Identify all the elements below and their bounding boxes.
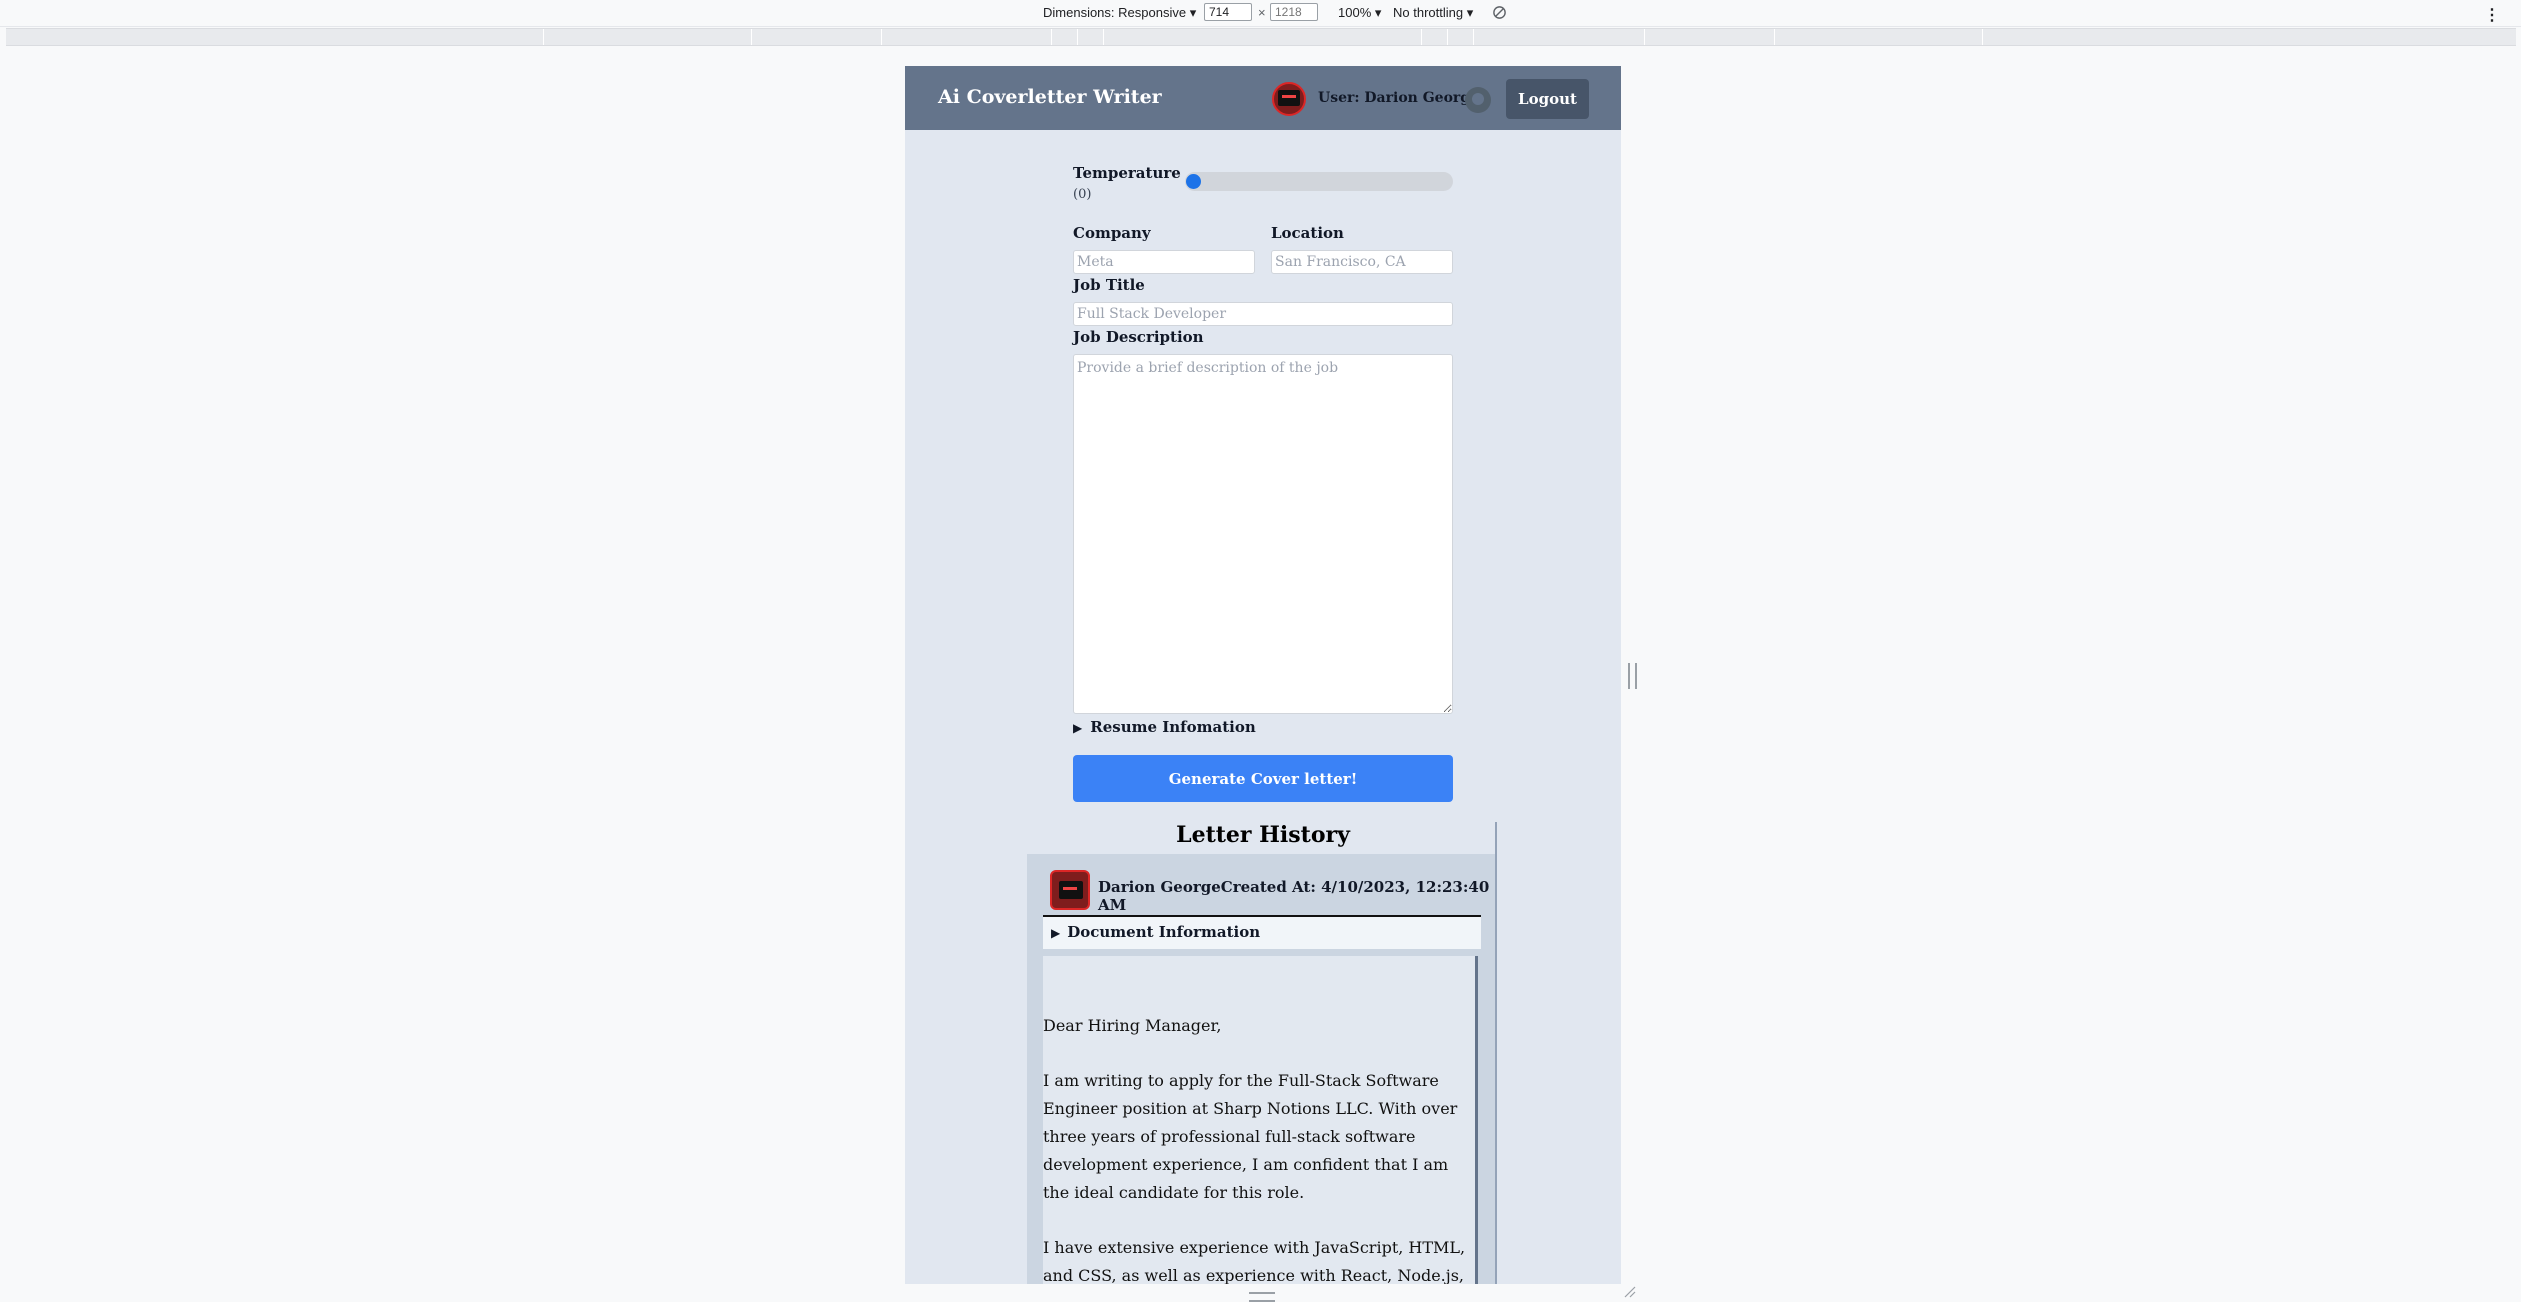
letter-history-title: Letter History [1176,822,1350,848]
dimensions-dropdown[interactable]: Dimensions: Responsive ▾ [1043,5,1196,21]
resize-corner-icon[interactable] [1624,1286,1636,1298]
job-description-textarea[interactable] [1073,354,1453,714]
triangle-right-icon: ▶ [1073,721,1083,735]
document-info-label: Document Information [1067,923,1261,941]
letter-paragraph: I have extensive experience with JavaScr… [1043,1238,1466,1284]
job-title-input[interactable] [1073,302,1453,326]
letter-paragraph: I am writing to apply for the Full-Stack… [1043,1071,1458,1202]
job-title-label: Job Title [1073,276,1145,294]
zoom-dropdown[interactable]: 100% ▾ [1338,5,1381,21]
history-divider [1495,822,1497,1284]
throttling-dropdown[interactable]: No throttling ▾ [1393,5,1473,21]
company-input[interactable] [1073,250,1255,274]
letter-body: Dear Hiring Manager, I am writing to app… [1043,956,1478,1284]
letter-paragraph: Dear Hiring Manager, [1043,1016,1222,1035]
devtools-toolbar: Dimensions: Responsive ▾ × 100% ▾ No thr… [0,0,2521,27]
app-title: Ai Coverletter Writer [938,86,1162,108]
location-input[interactable] [1271,250,1453,274]
logout-button[interactable]: Logout [1506,79,1589,119]
viewport-width-input[interactable] [1204,3,1252,21]
resize-handle-right[interactable] [1628,663,1637,689]
resume-info-toggle[interactable]: ▶ Resume Infomation [1073,718,1256,736]
device-viewport: Ai Coverletter Writer User: Darion Georg… [905,66,1621,1284]
app-header: Ai Coverletter Writer User: Darion Georg… [905,66,1621,130]
temperature-value: (0) [1073,187,1092,202]
temperature-label: Temperature [1073,164,1181,182]
rotate-icon[interactable] [1492,5,1507,20]
letter-card-heading: Darion GeorgeCreated At: 4/10/2023, 12:2… [1098,878,1490,914]
github-icon[interactable] [1465,87,1491,113]
letter-card: Darion GeorgeCreated At: 4/10/2023, 12:2… [1027,854,1495,1284]
job-description-label: Job Description [1073,328,1204,346]
document-info-toggle[interactable]: ▶ Document Information [1043,915,1481,949]
temperature-slider[interactable] [1185,172,1453,191]
location-label: Location [1271,224,1344,242]
author-avatar [1050,870,1090,910]
resume-info-label: Resume Infomation [1090,718,1256,736]
more-options-icon[interactable]: ⋮ [2484,5,2500,25]
viewport-height-input[interactable] [1270,3,1318,21]
triangle-right-icon: ▶ [1051,926,1061,940]
user-label: User: Darion George [1318,90,1479,106]
user-avatar [1272,82,1306,116]
generate-cover-letter-button[interactable]: Generate Cover letter! [1073,755,1453,802]
company-label: Company [1073,224,1151,242]
times-symbol: × [1258,5,1266,20]
media-query-ruler [6,28,2516,46]
temperature-slider-thumb[interactable] [1186,174,1201,189]
